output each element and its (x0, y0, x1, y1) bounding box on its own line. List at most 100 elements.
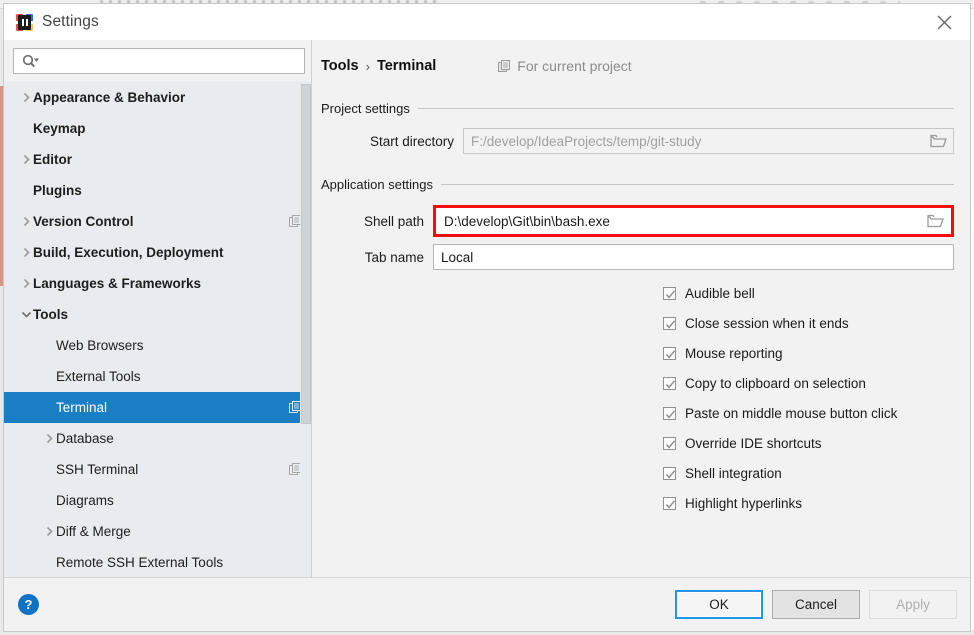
settings-sidebar: Appearance & Behavior Keymap Editor Plugins… (4, 40, 312, 577)
start-directory-input[interactable]: F:/develop/IdeaProjects/temp/git-study (463, 128, 954, 154)
folder-icon[interactable] (923, 134, 953, 148)
start-directory-value: F:/develop/IdeaProjects/temp/git-study (464, 134, 923, 149)
checkmark-icon (665, 349, 676, 360)
tab-name-value: Local (434, 250, 953, 265)
checkbox-box[interactable] (663, 287, 676, 300)
checkbox-box[interactable] (663, 317, 676, 330)
sidebar-item-build-execution-deployment[interactable]: Build, Execution, Deployment (4, 237, 312, 268)
sidebar-item-web-browsers[interactable]: Web Browsers (4, 330, 312, 361)
checkbox-box[interactable] (663, 437, 676, 450)
checkbox-box[interactable] (663, 347, 676, 360)
section-divider (418, 108, 954, 109)
sidebar-item-database[interactable]: Database (4, 423, 312, 454)
sidebar-item-plugins[interactable]: Plugins (4, 175, 312, 206)
checkbox-label: Close session when it ends (685, 316, 849, 331)
terminal-options-list: Audible bell Close session when it ends Mo… (312, 278, 970, 518)
chevron-right-icon[interactable] (19, 92, 33, 103)
help-icon[interactable]: ? (18, 594, 39, 615)
sidebar-item-label: Languages & Frameworks (33, 276, 201, 291)
sidebar-scrollbar-thumb[interactable] (301, 84, 311, 424)
settings-tree[interactable]: Appearance & Behavior Keymap Editor Plugins… (4, 81, 312, 577)
ok-button[interactable]: OK (675, 590, 763, 619)
checkmark-icon (665, 469, 676, 480)
dialog-titlebar: Settings (4, 4, 970, 40)
search-input[interactable] (43, 53, 304, 70)
field-start-directory-label: Start directory (321, 134, 454, 149)
breadcrumb-parent[interactable]: Tools (321, 58, 359, 74)
sidebar-item-label: Editor (33, 152, 72, 167)
chevron-right-icon[interactable] (42, 526, 56, 537)
sidebar-item-label: Diagrams (56, 493, 114, 508)
sidebar-item-label: External Tools (56, 369, 141, 384)
checkmark-icon (665, 499, 676, 510)
chevron-right-icon[interactable] (19, 247, 33, 258)
field-tab-name: Tab name Local (321, 244, 954, 270)
checkbox-box[interactable] (663, 377, 676, 390)
settings-tree-rows: Appearance & Behavior Keymap Editor Plugins… (4, 82, 312, 577)
search-icon (22, 54, 39, 69)
checkbox-paste-on-middle-mouse-button-click[interactable]: Paste on middle mouse button click (663, 398, 970, 428)
checkbox-box[interactable] (663, 467, 676, 480)
checkbox-audible-bell[interactable]: Audible bell (663, 278, 970, 308)
checkbox-box[interactable] (663, 407, 676, 420)
sidebar-item-languages-frameworks[interactable]: Languages & Frameworks (4, 268, 312, 299)
checkbox-label: Shell integration (685, 466, 782, 481)
checkbox-mouse-reporting[interactable]: Mouse reporting (663, 338, 970, 368)
shell-path-value: D:\develop\Git\bin\bash.exe (437, 214, 920, 229)
breadcrumb-current: Terminal (377, 58, 436, 74)
sidebar-item-editor[interactable]: Editor (4, 144, 312, 175)
sidebar-item-label: Plugins (33, 183, 82, 198)
folder-icon[interactable] (920, 214, 950, 228)
search-container (4, 40, 312, 81)
search-field[interactable] (13, 48, 305, 74)
sidebar-item-version-control[interactable]: Version Control (4, 206, 312, 237)
checkbox-override-ide-shortcuts[interactable]: Override IDE shortcuts (663, 428, 970, 458)
sidebar-item-label: Appearance & Behavior (33, 90, 185, 105)
close-icon[interactable] (918, 4, 970, 40)
chevron-right-icon[interactable] (19, 154, 33, 165)
sidebar-item-keymap[interactable]: Keymap (4, 113, 312, 144)
sidebar-item-label: Database (56, 431, 114, 446)
apply-button: Apply (869, 590, 957, 619)
checkbox-box[interactable] (663, 497, 676, 510)
shell-path-highlight-box: D:\develop\Git\bin\bash.exe (433, 205, 954, 237)
checkmark-icon (665, 319, 676, 330)
checkmark-icon (665, 439, 676, 450)
sidebar-item-label: SSH Terminal (56, 462, 138, 477)
chevron-down-icon[interactable] (19, 310, 33, 319)
sidebar-item-diff-merge[interactable]: Diff & Merge (4, 516, 312, 547)
chevron-right-icon[interactable] (19, 216, 33, 227)
checkbox-label: Audible bell (685, 286, 755, 301)
chevron-right-icon[interactable] (42, 433, 56, 444)
sidebar-item-external-tools[interactable]: External Tools (4, 361, 312, 392)
checkbox-copy-to-clipboard-on-selection[interactable]: Copy to clipboard on selection (663, 368, 970, 398)
checkmark-icon (665, 379, 676, 390)
sidebar-item-diagrams[interactable]: Diagrams (4, 485, 312, 516)
field-start-directory: Start directory F:/develop/IdeaProjects/… (321, 128, 954, 154)
sidebar-item-appearance-behavior[interactable]: Appearance & Behavior (4, 82, 312, 113)
sidebar-item-remote-ssh-external-tools[interactable]: Remote SSH External Tools (4, 547, 312, 577)
sidebar-item-label: Terminal (56, 400, 107, 415)
sidebar-item-ssh-terminal[interactable]: SSH Terminal (4, 454, 312, 485)
field-shell-path: Shell path D:\develop\Git\bin\bash.exe (321, 205, 954, 237)
tab-name-input[interactable]: Local (433, 244, 954, 270)
terminal-settings-panel: Tools › Terminal For current project P (312, 40, 970, 577)
checkbox-close-session-when-it-ends[interactable]: Close session when it ends (663, 308, 970, 338)
sidebar-item-tools[interactable]: Tools (4, 299, 312, 330)
dialog-title: Settings (42, 13, 99, 31)
sidebar-item-terminal[interactable]: Terminal (4, 392, 312, 423)
sidebar-item-label: Web Browsers (56, 338, 144, 353)
section-application-settings-label: Application settings (321, 177, 433, 192)
checkbox-label: Mouse reporting (685, 346, 783, 361)
shell-path-input[interactable]: D:\develop\Git\bin\bash.exe (436, 208, 951, 234)
chevron-right-icon[interactable] (19, 278, 33, 289)
section-application-settings: Application settings (321, 175, 954, 193)
checkbox-shell-integration[interactable]: Shell integration (663, 458, 970, 488)
checkbox-label: Highlight hyperlinks (685, 496, 802, 511)
dialog-body: Appearance & Behavior Keymap Editor Plugins… (4, 40, 970, 577)
sidebar-item-label: Build, Execution, Deployment (33, 245, 224, 260)
for-current-project: For current project (498, 58, 631, 74)
cancel-button[interactable]: Cancel (772, 590, 860, 619)
checkbox-highlight-hyperlinks[interactable]: Highlight hyperlinks (663, 488, 970, 518)
sidebar-item-label: Tools (33, 307, 68, 322)
